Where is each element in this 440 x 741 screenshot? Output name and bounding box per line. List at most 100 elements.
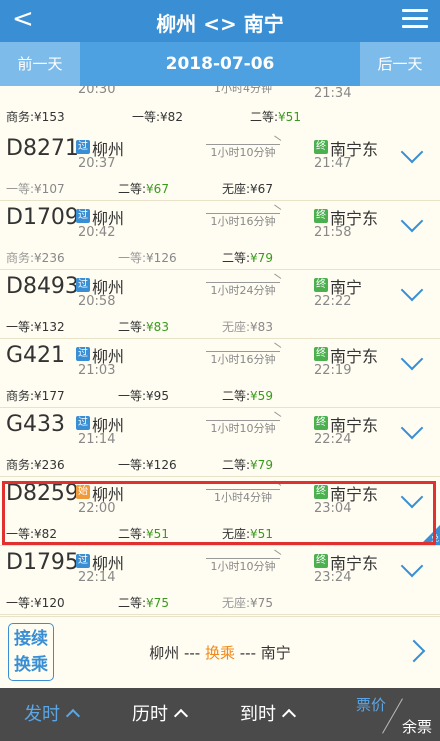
train-code: D1795 [6,550,79,575]
departure-time: 20:42 [78,225,116,240]
seat-price: 一等:¥107 [6,182,65,196]
terminal-badge: 终 [314,209,328,223]
app-header: < 柳州 <> 南宁 [0,0,440,42]
chevron-down-icon[interactable] [400,485,424,509]
seat-price: 二等:¥67 [118,182,169,196]
chevron-down-icon[interactable] [400,140,424,164]
seat-price: 无座:¥51 [222,527,273,541]
sort-footer: 发时 历时 到时 票价 余票 [0,688,440,741]
departure-time: 22:14 [78,570,116,585]
terminal-badge: 终 [314,416,328,430]
duration: 1小时10分钟 [210,146,276,159]
departure-time: 20:58 [78,294,116,309]
station-type-badge: 过 [76,554,90,568]
station-type-badge: 过 [76,347,90,361]
duration: 1小时4分钟 [214,491,272,504]
terminal-badge: 终 [314,278,328,292]
seat-price: 二等:¥51 [118,527,169,541]
date-bar: 前一天 2018-07-06 后一天 [0,42,440,86]
chevron-up-icon [281,708,297,724]
departure-time: 20:37 [78,156,116,171]
station-type-badge: 过 [76,140,90,154]
train-code: D8259 [6,481,79,506]
chevron-up-icon [173,708,189,724]
chevron-down-icon[interactable] [400,347,424,371]
sort-departure-button[interactable]: 发时 [24,688,81,741]
station-type-badge: 过 [76,416,90,430]
departure-time: 21:03 [78,363,116,378]
page-title: 柳州 <> 南宁 [156,12,284,36]
train-code: D8493 [6,274,79,299]
seat-price: 二等:¥79 [222,251,273,265]
arrival-time: 23:24 [314,570,352,585]
station-type-badge: 过 [76,209,90,223]
sort-duration-button[interactable]: 历时 [132,688,189,741]
train-code: D8271 [6,136,79,161]
terminal-badge: 终 [314,554,328,568]
seat-price: 二等:¥75 [118,596,169,610]
seat-price: 一等:¥126 [118,458,177,472]
duration: 1小时16分钟 [210,353,276,366]
seat-price: 商务:¥177 [6,389,65,403]
duration: 1小时16分钟 [210,215,276,228]
seat-price: 二等:¥79 [222,458,273,472]
duration: 1小时4分钟 [214,86,272,95]
station-type-badge: 始 [76,485,90,499]
train-row[interactable]: D1709 过柳州 20:42 1小时16分钟终南宁东 21:58 商务:¥236 一等:¥… [0,201,440,270]
seat-second: 二等:¥51 [250,110,301,124]
seat-price: 商务:¥236 [6,458,65,472]
train-row[interactable]: D8259 始柳州 22:00 1小时4分钟终南宁东 23:04 一等:¥82 二等:¥51… [0,477,440,546]
seat-price: 无座:¥83 [222,320,273,334]
train-code: G421 [6,343,66,368]
next-day-button[interactable]: 后一天 [360,42,440,86]
seat-price: 无座:¥75 [222,596,273,610]
chevron-down-icon[interactable] [400,554,424,578]
price-remaining-toggle[interactable]: 票价 余票 [344,688,440,741]
chevron-down-icon[interactable] [400,416,424,440]
station-type-badge: 过 [76,278,90,292]
train-row[interactable]: D1795 过柳州 22:14 1小时10分钟终南宁东 23:24 一等:¥120 二等:¥… [0,546,440,615]
departure-time: 21:14 [78,432,116,447]
train-code: D1709 [6,205,79,230]
arrival-time: 23:04 [314,501,352,516]
arrival-time: 21:34 [314,86,352,101]
seat-price: 一等:¥126 [118,251,177,265]
train-row[interactable]: G421 过柳州 21:03 1小时16分钟终南宁东 22:19 商务:¥177 一等:¥9… [0,339,440,408]
seat-price: 二等:¥59 [222,389,273,403]
seat-price: 商务:¥236 [6,251,65,265]
seat-business: 商务:¥153 [6,110,65,124]
seat-price: 无座:¥67 [222,182,273,196]
arrival-time: 22:19 [314,363,352,378]
arrival-time: 21:47 [314,156,352,171]
menu-icon[interactable] [402,9,428,33]
chevron-down-icon[interactable] [400,278,424,302]
arrival-time: 21:58 [314,225,352,240]
sort-arrival-button[interactable]: 到时 [240,688,297,741]
terminal-badge: 终 [314,347,328,361]
departure-time: 20:30 [78,86,116,97]
arrival-time: 22:22 [314,294,352,309]
train-row[interactable]: G433 过柳州 21:14 1小时10分钟终南宁东 22:24 商务:¥236 一等:¥1… [0,408,440,477]
train-code: G433 [6,412,66,437]
terminal-badge: 终 [314,485,328,499]
seat-price: 一等:¥120 [6,596,65,610]
transfer-section[interactable]: 接续 换乘 柳州 --- 换乘 --- 南宁 [0,616,440,689]
terminal-badge: 终 [314,140,328,154]
duration: 1小时10分钟 [210,422,276,435]
seat-price: 一等:¥132 [6,320,65,334]
seat-first: 一等:¥82 [132,110,183,124]
seat-price: 一等:¥95 [118,389,169,403]
departure-time: 22:00 [78,501,116,516]
train-row[interactable]: D8271 过柳州 20:37 1小时10分钟终南宁东 21:47 一等:¥107 二等:¥… [0,132,440,201]
chevron-down-icon[interactable] [400,209,424,233]
duration: 1小时10分钟 [210,560,276,573]
duration: 1小时24分钟 [210,284,276,297]
train-row-partial[interactable]: 20:30 1小时4分钟 21:34 商务:¥153 一等:¥82 二等:¥51 [0,86,440,133]
train-list[interactable]: 20:30 1小时4分钟 21:34 商务:¥153 一等:¥82 二等:¥51… [0,86,440,616]
arrival-time: 22:24 [314,432,352,447]
chevron-up-icon [65,708,81,724]
train-row[interactable]: D8493 过柳州 20:58 1小时24分钟终南宁 22:22 一等:¥132 二等:¥8… [0,270,440,339]
transfer-route: 柳州 --- 换乘 --- 南宁 [149,644,291,662]
seat-price: 一等:¥82 [6,527,57,541]
seat-price: 二等:¥83 [118,320,169,334]
